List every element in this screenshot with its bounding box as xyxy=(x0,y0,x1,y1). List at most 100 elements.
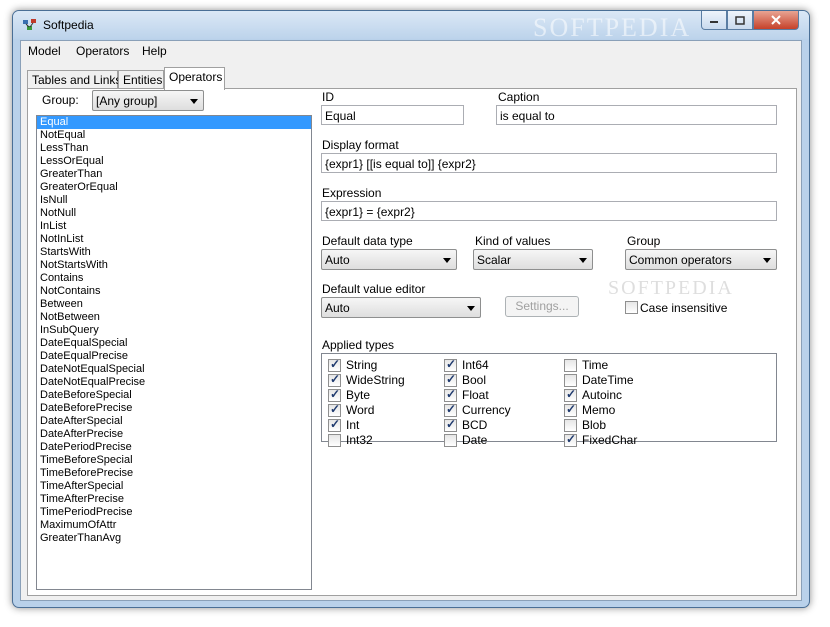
list-item[interactable]: DatePeriodPrecise xyxy=(37,441,311,454)
type-label: Memo xyxy=(582,403,616,417)
type-label: Int32 xyxy=(346,433,373,447)
title-bar[interactable]: Softpedia SOFTPEDIA xyxy=(13,11,809,42)
type-checkbox[interactable]: ✓ xyxy=(564,402,577,417)
type-checkbox[interactable]: ✓ xyxy=(328,357,341,372)
type-label: Float xyxy=(462,388,489,402)
type-checkbox[interactable]: ✓ xyxy=(444,372,457,387)
list-item[interactable]: IsNull xyxy=(37,194,311,207)
list-item[interactable]: GreaterOrEqual xyxy=(37,181,311,194)
list-item[interactable]: TimeAfterPrecise xyxy=(37,493,311,506)
check-icon: ✓ xyxy=(446,417,457,431)
list-item[interactable]: TimeBeforePrecise xyxy=(37,467,311,480)
list-item[interactable]: NotNull xyxy=(37,207,311,220)
list-item[interactable]: Contains xyxy=(37,272,311,285)
type-label: Date xyxy=(462,433,488,447)
list-item[interactable]: LessOrEqual xyxy=(37,155,311,168)
type-checkbox[interactable]: ✓ xyxy=(328,387,341,402)
maximize-button[interactable] xyxy=(727,11,753,30)
minimize-button[interactable] xyxy=(701,11,727,30)
type-checkbox[interactable]: ✓ xyxy=(444,417,457,432)
type-label: FixedChar xyxy=(582,433,638,447)
check-icon: ✓ xyxy=(330,417,341,431)
expression-label: Expression xyxy=(322,186,382,200)
kind-of-values-dropdown[interactable]: Scalar xyxy=(473,249,593,270)
list-item[interactable]: TimeAfterSpecial xyxy=(37,480,311,493)
list-item[interactable]: DateBeforeSpecial xyxy=(37,389,311,402)
type-checkbox[interactable] xyxy=(564,359,577,372)
list-item[interactable]: NotBetween xyxy=(37,311,311,324)
type-checkbox[interactable]: ✓ xyxy=(444,357,457,372)
chevron-down-icon xyxy=(190,99,198,104)
type-checkbox[interactable]: ✓ xyxy=(444,402,457,417)
list-item[interactable]: DateAfterPrecise xyxy=(37,428,311,441)
list-item[interactable]: MaximumOfAttr xyxy=(37,519,311,532)
list-item[interactable]: DateBeforePrecise xyxy=(37,402,311,415)
menu-operators[interactable]: Operators xyxy=(76,44,129,58)
type-label: Int64 xyxy=(462,358,489,372)
type-label: Word xyxy=(346,403,375,417)
list-item[interactable]: Equal xyxy=(37,116,311,129)
type-checkbox[interactable]: ✓ xyxy=(564,387,577,402)
list-item[interactable]: GreaterThan xyxy=(37,168,311,181)
tab-entities[interactable]: Entities xyxy=(118,70,164,89)
operator-list[interactable]: Equal NotEqual LessThan LessOrEqual GreaterT… xyxy=(36,115,312,590)
menu-bar: Model Operators Help xyxy=(21,41,801,61)
display-format-field[interactable]: {expr1} [[is equal to]] {expr2} xyxy=(321,153,777,173)
list-item[interactable]: NotStartsWith xyxy=(37,259,311,272)
type-checkbox[interactable] xyxy=(564,374,577,387)
list-item[interactable]: TimePeriodPrecise xyxy=(37,506,311,519)
list-item[interactable]: InSubQuery xyxy=(37,324,311,337)
default-value-editor-value: Auto xyxy=(325,301,350,315)
list-item[interactable]: TimeBeforeSpecial xyxy=(37,454,311,467)
list-item[interactable]: InList xyxy=(37,220,311,233)
default-value-editor-label: Default value editor xyxy=(322,282,426,296)
list-item[interactable]: LessThan xyxy=(37,142,311,155)
type-checkbox[interactable]: ✓ xyxy=(328,372,341,387)
list-item[interactable]: NotContains xyxy=(37,285,311,298)
list-item[interactable]: NotEqual xyxy=(37,129,311,142)
list-item[interactable]: GreaterThanAvg xyxy=(37,532,311,545)
type-label: WideString xyxy=(346,373,405,387)
default-data-type-dropdown[interactable]: Auto xyxy=(321,249,457,270)
tab-tables-and-links[interactable]: Tables and Links xyxy=(27,70,121,89)
type-checkbox[interactable]: ✓ xyxy=(328,417,341,432)
chevron-down-icon xyxy=(443,258,451,263)
list-item[interactable]: DateNotEqualSpecial xyxy=(37,363,311,376)
menu-help[interactable]: Help xyxy=(142,44,167,58)
id-field[interactable]: Equal xyxy=(321,105,464,125)
operator-group-dropdown[interactable]: Common operators xyxy=(625,249,777,270)
applied-types-list: ✓ String ✓ WideString ✓ Byte ✓ Word ✓ Int Int32 ✓ In… xyxy=(321,353,777,447)
list-item[interactable]: DateNotEqualPrecise xyxy=(37,376,311,389)
list-item[interactable]: DateEqualSpecial xyxy=(37,337,311,350)
check-icon: ✓ xyxy=(446,372,457,386)
type-checkbox[interactable]: ✓ xyxy=(444,387,457,402)
chevron-down-icon xyxy=(763,258,771,263)
applied-types-label: Applied types xyxy=(322,338,395,352)
list-item[interactable]: StartsWith xyxy=(37,246,311,259)
default-value-editor-dropdown[interactable]: Auto xyxy=(321,297,481,318)
type-checkbox[interactable] xyxy=(328,434,341,447)
list-item[interactable]: NotInList xyxy=(37,233,311,246)
tab-operators[interactable]: Operators xyxy=(164,67,225,90)
display-format-label: Display format xyxy=(322,138,399,152)
list-item[interactable]: Between xyxy=(37,298,311,311)
case-insensitive-checkbox[interactable] xyxy=(625,301,638,314)
caption-field[interactable]: is equal to xyxy=(496,105,777,125)
case-insensitive-label: Case insensitive xyxy=(640,301,728,315)
default-data-type-value: Auto xyxy=(325,253,350,267)
minimize-icon xyxy=(710,21,718,23)
type-checkbox[interactable] xyxy=(564,419,577,432)
list-item[interactable]: DateAfterSpecial xyxy=(37,415,311,428)
type-checkbox[interactable] xyxy=(444,434,457,447)
group-filter-dropdown[interactable]: [Any group] xyxy=(92,90,204,111)
type-label: DateTime xyxy=(582,373,634,387)
type-label: Currency xyxy=(462,403,511,417)
list-item[interactable]: DateEqualPrecise xyxy=(37,350,311,363)
expression-field[interactable]: {expr1} = {expr2} xyxy=(321,201,777,221)
close-button[interactable] xyxy=(753,11,799,30)
type-checkbox[interactable]: ✓ xyxy=(328,402,341,417)
menu-model[interactable]: Model xyxy=(28,44,61,58)
close-icon xyxy=(771,15,781,25)
type-checkbox[interactable]: ✓ xyxy=(564,432,577,447)
settings-button[interactable]: Settings... xyxy=(505,296,579,317)
